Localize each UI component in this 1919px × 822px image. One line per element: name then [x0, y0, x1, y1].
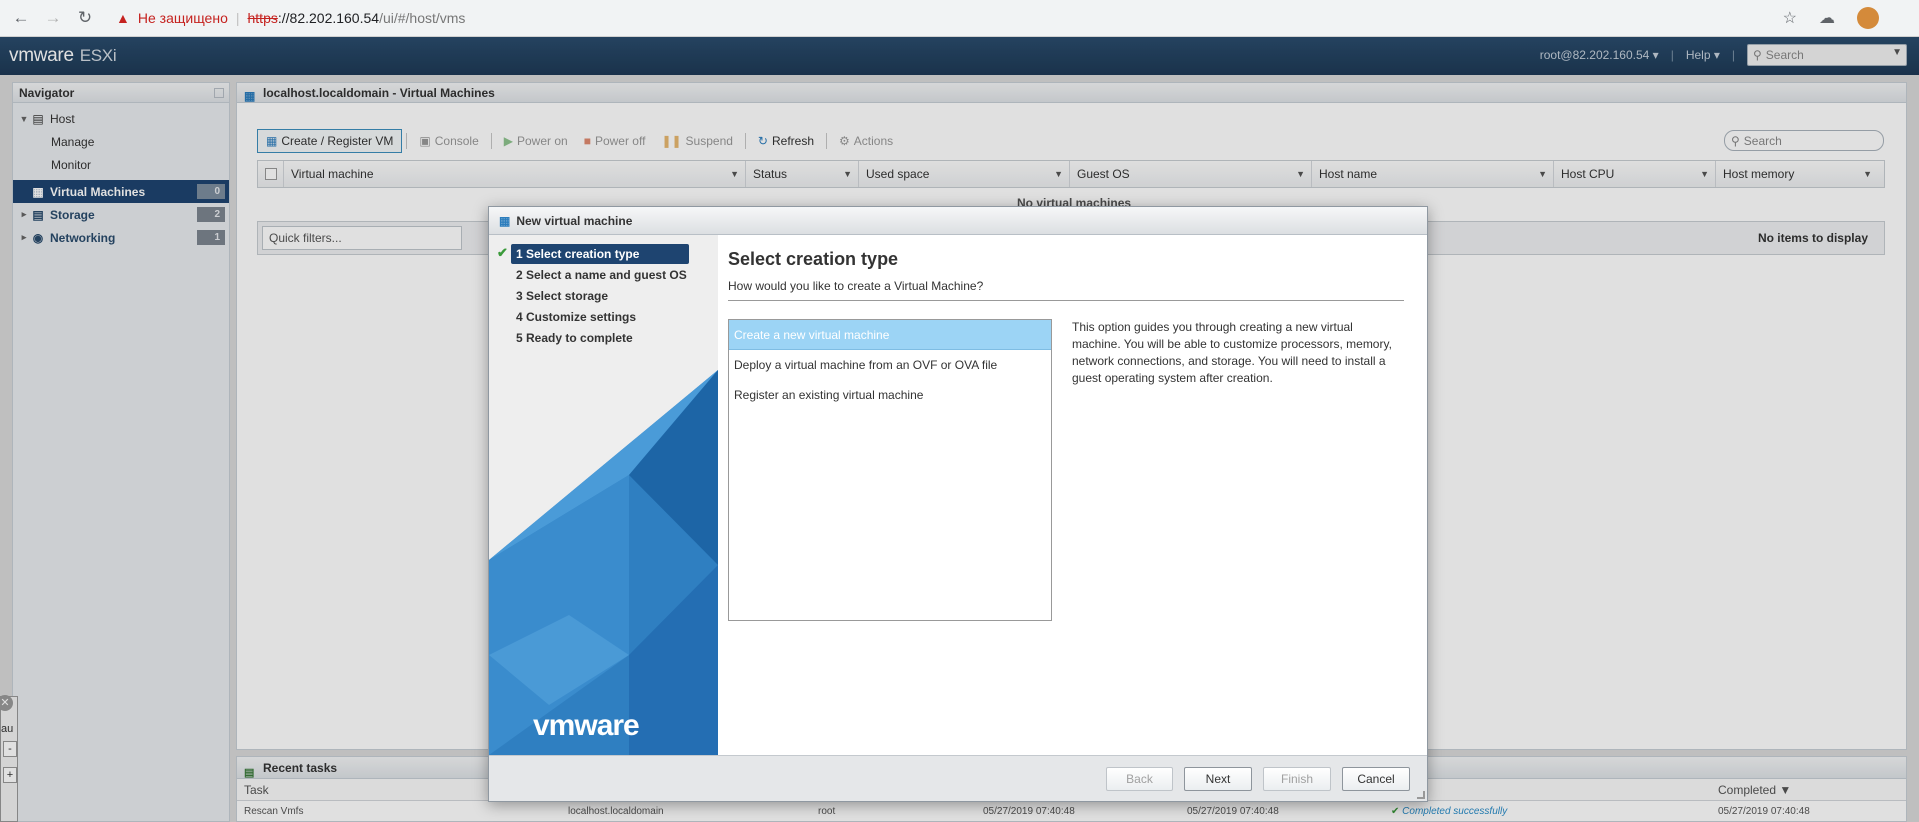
- content-heading: Select creation type: [728, 249, 899, 269]
- option-create-new-vm[interactable]: Create a new virtual machine: [729, 320, 1051, 350]
- back-button[interactable]: Back: [1106, 767, 1173, 791]
- dialog-title: New virtual machine: [516, 213, 633, 228]
- reload-icon[interactable]: ↻: [74, 7, 96, 29]
- wizard-step-5[interactable]: 5 Ready to complete: [511, 328, 689, 348]
- cloud-icon[interactable]: ☁: [1819, 8, 1835, 28]
- vmware-logo: vmware: [533, 709, 640, 742]
- wizard-step-1[interactable]: 1 Select creation type: [511, 244, 689, 264]
- content-divider: [728, 300, 1404, 301]
- address-bar[interactable]: ▲ Не защищено | https ://82.202.160.54 /…: [116, 10, 465, 26]
- forward-arrow-icon[interactable]: →: [42, 7, 64, 29]
- content-subheading: How would you like to create a Virtual M…: [728, 279, 984, 293]
- url-scheme: https: [247, 10, 278, 26]
- back-arrow-icon[interactable]: ←: [10, 7, 32, 29]
- finish-button[interactable]: Finish: [1263, 767, 1331, 791]
- option-deploy-ovf[interactable]: Deploy a virtual machine from an OVF or …: [729, 350, 1051, 380]
- creation-type-list: Create a new virtual machine Deploy a vi…: [728, 319, 1052, 621]
- resize-handle[interactable]: [1417, 791, 1425, 799]
- url-separator: |: [235, 10, 240, 26]
- insecure-label: Не защищено: [137, 10, 228, 26]
- option-register-existing[interactable]: Register an existing virtual machine: [729, 380, 1051, 410]
- profile-avatar-icon[interactable]: [1857, 7, 1879, 29]
- url-path: /ui/#/host/vms: [379, 10, 466, 26]
- wizard-step-2[interactable]: 2 Select a name and guest OS: [511, 265, 689, 285]
- wizard-step-4[interactable]: 4 Customize settings: [511, 307, 689, 327]
- wizard-steps-panel: ✔ 1 Select creation type 2 Select a name…: [489, 235, 718, 755]
- wizard-content: Select creation type How would you like …: [728, 235, 1418, 755]
- browser-toolbar: ← → ↻ ▲ Не защищено | https ://82.202.16…: [0, 0, 1919, 37]
- bookmark-star-icon[interactable]: ☆: [1783, 8, 1797, 28]
- new-vm-icon: ▦: [499, 213, 511, 228]
- dialog-footer: Back Next Finish Cancel: [489, 755, 1427, 801]
- warning-icon: ▲: [116, 10, 130, 26]
- step-complete-check-icon: ✔: [497, 245, 508, 260]
- next-button[interactable]: Next: [1184, 767, 1252, 791]
- dialog-title-bar: ▦ New virtual machine: [489, 207, 1427, 235]
- new-vm-dialog: ▦ New virtual machine ✔ 1 Select creatio…: [488, 206, 1428, 802]
- cancel-button[interactable]: Cancel: [1342, 767, 1410, 791]
- wizard-step-3[interactable]: 3 Select storage: [511, 286, 689, 306]
- option-description: This option guides you through creating …: [1072, 320, 1392, 385]
- url-host: ://82.202.160.54: [277, 10, 380, 26]
